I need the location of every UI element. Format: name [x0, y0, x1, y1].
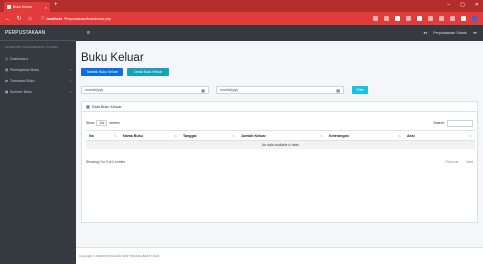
- user-icon[interactable]: ●▾: [473, 31, 477, 35]
- card-title: Data Buku Keluar: [91, 104, 122, 109]
- top-navbar: ≡ ♠▾ Perpustakaan Stradu ●▾: [76, 25, 483, 41]
- extension-icon[interactable]: [450, 16, 455, 21]
- browser-tabbar: Buku Keluar × + – ▢ ✕: [0, 0, 483, 12]
- sort-icon: ⇅: [173, 133, 177, 138]
- refresh-icon[interactable]: ↻: [15, 15, 23, 22]
- chevron-left-icon: ‹: [69, 89, 71, 94]
- hamburger-menu-icon[interactable]: ≡: [87, 30, 90, 36]
- table-header-row: No ⇅ Nama Buku ⇅ Tanggal ⇅ Jumlah Keluar ⇅ K…: [86, 130, 475, 141]
- sidebar-item-dashboard[interactable]: ◎ Dashboard: [0, 53, 76, 64]
- table-controls: Show 10 ▾ entries Search:: [86, 119, 473, 127]
- search-label: Search:: [433, 121, 445, 125]
- tab-title: Buku Keluar: [13, 5, 33, 9]
- url-host: localhost: [46, 16, 62, 21]
- window-controls: – ▢ ✕: [447, 2, 479, 8]
- menu-icon[interactable]: [461, 16, 466, 21]
- extension-icon[interactable]: [395, 16, 400, 21]
- print-book-out-button[interactable]: Cetak Buku Keluar: [127, 68, 169, 76]
- previous-button[interactable]: Previous: [445, 160, 458, 164]
- start-date-input[interactable]: mm/dd/yyyy ▦: [81, 86, 209, 94]
- entries-select[interactable]: 10 ▾: [96, 120, 108, 126]
- column-header-aksi[interactable]: Aksi ⇅: [404, 130, 475, 141]
- calendar-icon[interactable]: ▦: [336, 88, 340, 93]
- end-date-placeholder: mm/dd/yyyy: [220, 88, 239, 92]
- sidebar: PERPUSTAKAAN INVENTORY MANAGEMENT SYSTEM…: [0, 25, 76, 264]
- chevron-left-icon: ‹: [69, 78, 71, 83]
- sidebar-item-peminjaman[interactable]: ▤ Peminjaman Buku ‹: [0, 64, 76, 75]
- next-button[interactable]: Next: [466, 160, 473, 164]
- sort-icon: ⇅: [468, 133, 472, 138]
- address-bar: ← ↻ ⌂ ⓘ localhost/Perpustakaan/bukukelua…: [0, 12, 483, 25]
- column-header-jumlah-keluar[interactable]: Jumlah Keluar ⇅: [238, 130, 326, 141]
- empty-table-message: No data available in table: [86, 140, 475, 149]
- navbar-right: ♠▾ Perpustakaan Stradu ●▾: [424, 31, 477, 35]
- chevron-left-icon: ‹: [69, 67, 71, 72]
- extension-icon[interactable]: [428, 16, 433, 21]
- entries-value: 10: [99, 121, 103, 125]
- main-content: Buku Keluar Tambah Buku Keluar Cetak Buk…: [76, 41, 483, 264]
- table-info: Showing 0 to 0 of 0 entries: [86, 160, 126, 164]
- sidebar-brand[interactable]: PERPUSTAKAAN: [0, 25, 76, 41]
- bell-icon[interactable]: ♠▾: [424, 31, 428, 35]
- sort-icon: ⇅: [231, 133, 235, 138]
- sidebar-item-label: Peminjaman Buku: [10, 67, 40, 72]
- add-book-out-button[interactable]: Tambah Buku Keluar: [81, 68, 123, 76]
- extension-icon[interactable]: [439, 16, 444, 21]
- back-icon[interactable]: ←: [4, 16, 12, 22]
- column-header-nama-buku[interactable]: Nama Buku ⇅: [120, 130, 180, 141]
- search-box: Search:: [433, 119, 473, 127]
- calendar-icon[interactable]: ▦: [201, 88, 205, 93]
- sort-icon: ⇅: [319, 133, 323, 138]
- search-input[interactable]: [447, 119, 473, 127]
- extension-icon[interactable]: [384, 16, 389, 21]
- table-info-row: Showing 0 to 0 of 0 entries Previous Nex…: [86, 158, 473, 166]
- user-menu[interactable]: Perpustakaan Stradu: [433, 31, 467, 35]
- page-title: Buku Keluar: [81, 52, 144, 64]
- extensions-bar: [373, 16, 477, 21]
- table-row: No data available in table: [86, 140, 475, 149]
- show-label: Show: [86, 121, 95, 125]
- card-header: ▦ Data Buku Keluar: [82, 102, 477, 112]
- url-path: /Perpustakaan/bukukeluar.php: [63, 16, 112, 21]
- end-date-input[interactable]: mm/dd/yyyy ▦: [216, 86, 344, 94]
- browser-tab[interactable]: Buku Keluar ×: [4, 2, 50, 12]
- table-icon: ▦: [86, 104, 90, 109]
- start-date-placeholder: mm/dd/yyyy: [85, 88, 104, 92]
- data-card: ▦ Data Buku Keluar Show 10 ▾ entries Sear…: [81, 101, 478, 223]
- info-icon: ⓘ: [41, 16, 45, 20]
- home-icon[interactable]: ⌂: [26, 16, 34, 22]
- extension-icon[interactable]: [406, 16, 411, 21]
- column-header-tanggal[interactable]: Tanggal ⇅: [180, 130, 238, 141]
- extension-icon[interactable]: [417, 16, 422, 21]
- entries-label: entries: [109, 121, 120, 125]
- sidebar-item-label: Sumber Buku: [10, 89, 32, 94]
- minimize-icon[interactable]: –: [447, 2, 450, 8]
- url-field[interactable]: ⓘ localhost/Perpustakaan/bukukeluar.php: [41, 16, 111, 21]
- pagination: Previous Next: [445, 160, 473, 164]
- new-tab-icon[interactable]: +: [54, 2, 58, 8]
- sort-icon: ⇅: [397, 133, 401, 138]
- extension-icon[interactable]: [373, 16, 378, 21]
- profile-icon[interactable]: [472, 16, 477, 21]
- column-header-keterangan[interactable]: Keterangan ⇅: [326, 130, 404, 141]
- maximize-icon[interactable]: ▢: [460, 2, 465, 8]
- sidebar-subtitle: INVENTORY MANAGEMENT SYSTEM: [5, 45, 58, 49]
- data-table: No ⇅ Nama Buku ⇅ Tanggal ⇅ Jumlah Keluar ⇅ K…: [86, 130, 475, 149]
- sort-icon: ⇅: [113, 133, 117, 138]
- sidebar-item-label: Dashboard: [10, 56, 28, 61]
- sidebar-item-transaksi[interactable]: ⇄ Transaksi Buku ‹: [0, 75, 76, 86]
- tab-favicon-icon: [7, 5, 11, 9]
- sidebar-item-sumber[interactable]: ▦ Sumber Buku ‹: [0, 86, 76, 97]
- tab-close-icon[interactable]: ×: [45, 5, 47, 10]
- footer: Copyright © PERPUSTAKAAN SMP STRADA BAKT…: [76, 247, 483, 264]
- sidebar-item-label: Transaksi Buku: [10, 78, 35, 83]
- filter-button[interactable]: Filter: [352, 86, 368, 94]
- close-window-icon[interactable]: ✕: [475, 2, 479, 8]
- column-header-no[interactable]: No ⇅: [86, 130, 120, 141]
